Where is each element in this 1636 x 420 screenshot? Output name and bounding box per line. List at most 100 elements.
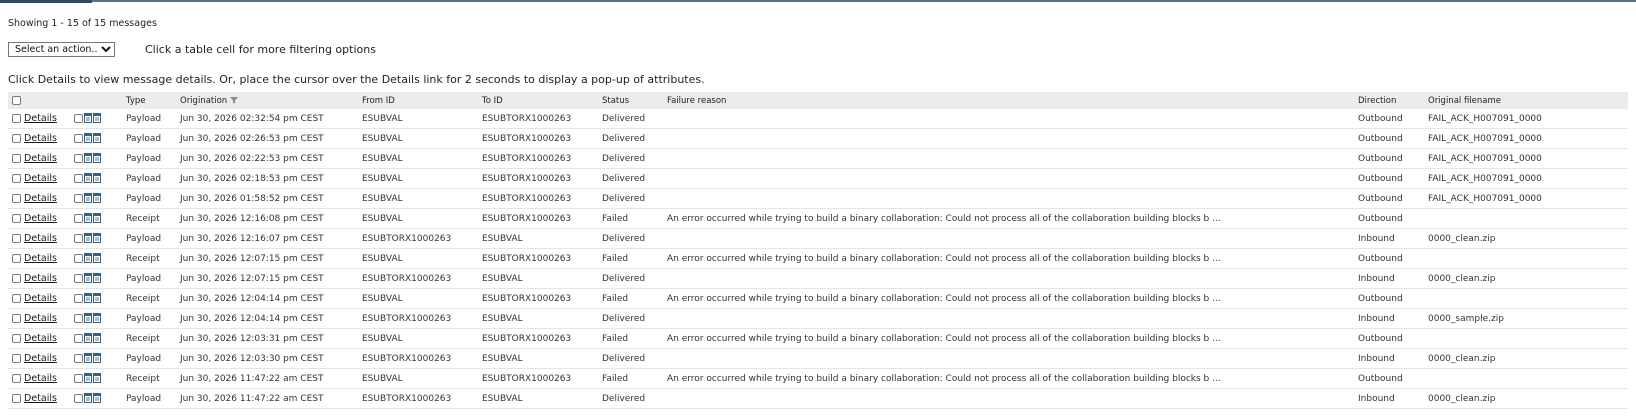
- cell-to-id[interactable]: ESUBVAL: [478, 308, 598, 329]
- cell-to-id[interactable]: ESUBTORX1000263: [478, 248, 598, 269]
- cell-status[interactable]: Delivered: [598, 268, 663, 289]
- cell-origination[interactable]: Jun 30, 2026 12:16:08 pm CEST: [176, 208, 358, 229]
- row-checkbox[interactable]: [12, 174, 21, 183]
- cell-direction[interactable]: Inbound: [1354, 268, 1424, 289]
- column-header-status[interactable]: Status: [598, 92, 663, 109]
- cell-status[interactable]: Failed: [598, 288, 663, 309]
- table-row[interactable]: Details Payload Jun 30, 2026 11:47:22 am C…: [8, 388, 1628, 409]
- cell-type[interactable]: Payload: [122, 148, 176, 169]
- row-secondary-checkbox[interactable]: [74, 353, 83, 363]
- cell-status[interactable]: Delivered: [598, 388, 663, 409]
- document-icon[interactable]: [84, 353, 92, 364]
- cell-to-id[interactable]: ESUBVAL: [478, 348, 598, 369]
- cell-origination[interactable]: Jun 30, 2026 02:18:53 pm CEST: [176, 168, 358, 189]
- document-copy-icon[interactable]: [93, 333, 101, 344]
- row-secondary-checkbox[interactable]: [74, 213, 83, 223]
- row-secondary-checkbox[interactable]: [74, 193, 83, 203]
- column-header-from-id[interactable]: From ID: [358, 92, 478, 109]
- details-link[interactable]: Details: [24, 153, 57, 164]
- cell-direction[interactable]: Outbound: [1354, 148, 1424, 169]
- document-icon[interactable]: [84, 133, 92, 144]
- details-link[interactable]: Details: [24, 333, 57, 344]
- cell-original-filename[interactable]: [1424, 208, 1628, 229]
- cell-direction[interactable]: Outbound: [1354, 128, 1424, 149]
- select-all-checkbox[interactable]: [12, 95, 21, 105]
- row-secondary-checkbox[interactable]: [74, 153, 83, 163]
- row-checkbox[interactable]: [12, 334, 21, 343]
- table-row[interactable]: Details Receipt Jun 30, 2026 12:03:31 pm C…: [8, 328, 1628, 349]
- cell-to-id[interactable]: ESUBTORX1000263: [478, 188, 598, 209]
- cell-origination[interactable]: Jun 30, 2026 02:26:53 pm CEST: [176, 128, 358, 149]
- filter-funnel-icon[interactable]: [230, 96, 239, 104]
- cell-to-id[interactable]: ESUBTORX1000263: [478, 288, 598, 309]
- cell-direction[interactable]: Outbound: [1354, 109, 1424, 129]
- cell-status[interactable]: Delivered: [598, 128, 663, 149]
- table-row[interactable]: Details Payload Jun 30, 2026 12:03:30 pm C…: [8, 348, 1628, 369]
- cell-origination[interactable]: Jun 30, 2026 01:58:52 pm CEST: [176, 188, 358, 209]
- cell-type[interactable]: Receipt: [122, 328, 176, 349]
- column-header-direction[interactable]: Direction: [1354, 92, 1424, 109]
- cell-failure-reason[interactable]: [663, 148, 1354, 169]
- document-icon[interactable]: [84, 153, 92, 164]
- cell-direction[interactable]: Outbound: [1354, 208, 1424, 229]
- details-link[interactable]: Details: [24, 273, 57, 284]
- document-copy-icon[interactable]: [93, 273, 101, 284]
- cell-failure-reason[interactable]: An error occurred while trying to build …: [663, 288, 1354, 309]
- cell-from-id[interactable]: ESUBTORX1000263: [358, 348, 478, 369]
- details-link[interactable]: Details: [24, 113, 57, 124]
- cell-to-id[interactable]: ESUBVAL: [478, 388, 598, 409]
- action-select[interactable]: Select an action...: [8, 42, 115, 57]
- document-copy-icon[interactable]: [93, 233, 101, 244]
- document-copy-icon[interactable]: [93, 153, 101, 164]
- document-copy-icon[interactable]: [93, 173, 101, 184]
- document-icon[interactable]: [84, 313, 92, 324]
- document-icon[interactable]: [84, 333, 92, 344]
- cell-from-id[interactable]: ESUBVAL: [358, 288, 478, 309]
- table-row[interactable]: Details Payload Jun 30, 2026 02:18:53 pm C…: [8, 168, 1628, 189]
- cell-failure-reason[interactable]: [663, 128, 1354, 149]
- cell-to-id[interactable]: ESUBTORX1000263: [478, 168, 598, 189]
- cell-status[interactable]: Delivered: [598, 109, 663, 129]
- cell-failure-reason[interactable]: An error occurred while trying to build …: [663, 328, 1354, 349]
- row-checkbox[interactable]: [12, 214, 21, 223]
- cell-original-filename[interactable]: 0000_clean.zip: [1424, 268, 1628, 289]
- column-header-failure-reason[interactable]: Failure reason: [663, 92, 1354, 109]
- cell-failure-reason[interactable]: [663, 168, 1354, 189]
- document-copy-icon[interactable]: [93, 393, 101, 404]
- cell-direction[interactable]: Inbound: [1354, 348, 1424, 369]
- details-link[interactable]: Details: [24, 353, 57, 364]
- cell-status[interactable]: Delivered: [598, 168, 663, 189]
- row-secondary-checkbox[interactable]: [74, 393, 83, 403]
- table-row[interactable]: Details Receipt Jun 30, 2026 11:47:22 am C…: [8, 368, 1628, 389]
- cell-failure-reason[interactable]: [663, 109, 1354, 129]
- cell-from-id[interactable]: ESUBVAL: [358, 148, 478, 169]
- row-checkbox[interactable]: [12, 274, 21, 283]
- row-checkbox[interactable]: [12, 114, 21, 123]
- document-icon[interactable]: [84, 173, 92, 184]
- cell-type[interactable]: Payload: [122, 188, 176, 209]
- cell-status[interactable]: Delivered: [598, 348, 663, 369]
- row-checkbox[interactable]: [12, 134, 21, 143]
- cell-original-filename[interactable]: [1424, 288, 1628, 309]
- row-checkbox[interactable]: [12, 194, 21, 203]
- document-copy-icon[interactable]: [93, 373, 101, 384]
- document-copy-icon[interactable]: [93, 253, 101, 264]
- details-link[interactable]: Details: [24, 233, 57, 244]
- details-link[interactable]: Details: [24, 313, 57, 324]
- row-checkbox[interactable]: [12, 314, 21, 323]
- cell-type[interactable]: Receipt: [122, 248, 176, 269]
- cell-type[interactable]: Receipt: [122, 288, 176, 309]
- cell-direction[interactable]: Outbound: [1354, 328, 1424, 349]
- cell-original-filename[interactable]: FAIL_ACK_H007091_0000: [1424, 128, 1628, 149]
- cell-origination[interactable]: Jun 30, 2026 12:04:14 pm CEST: [176, 308, 358, 329]
- cell-failure-reason[interactable]: An error occurred while trying to build …: [663, 208, 1354, 229]
- row-secondary-checkbox[interactable]: [74, 293, 83, 303]
- cell-original-filename[interactable]: FAIL_ACK_H007091_0000: [1424, 188, 1628, 209]
- cell-from-id[interactable]: ESUBVAL: [358, 208, 478, 229]
- cell-status[interactable]: Failed: [598, 368, 663, 389]
- details-link[interactable]: Details: [24, 193, 57, 204]
- table-row[interactable]: Details Payload Jun 30, 2026 02:32:54 pm C…: [8, 109, 1628, 129]
- cell-from-id[interactable]: ESUBTORX1000263: [358, 268, 478, 289]
- cell-origination[interactable]: Jun 30, 2026 12:07:15 pm CEST: [176, 268, 358, 289]
- row-checkbox[interactable]: [12, 394, 21, 403]
